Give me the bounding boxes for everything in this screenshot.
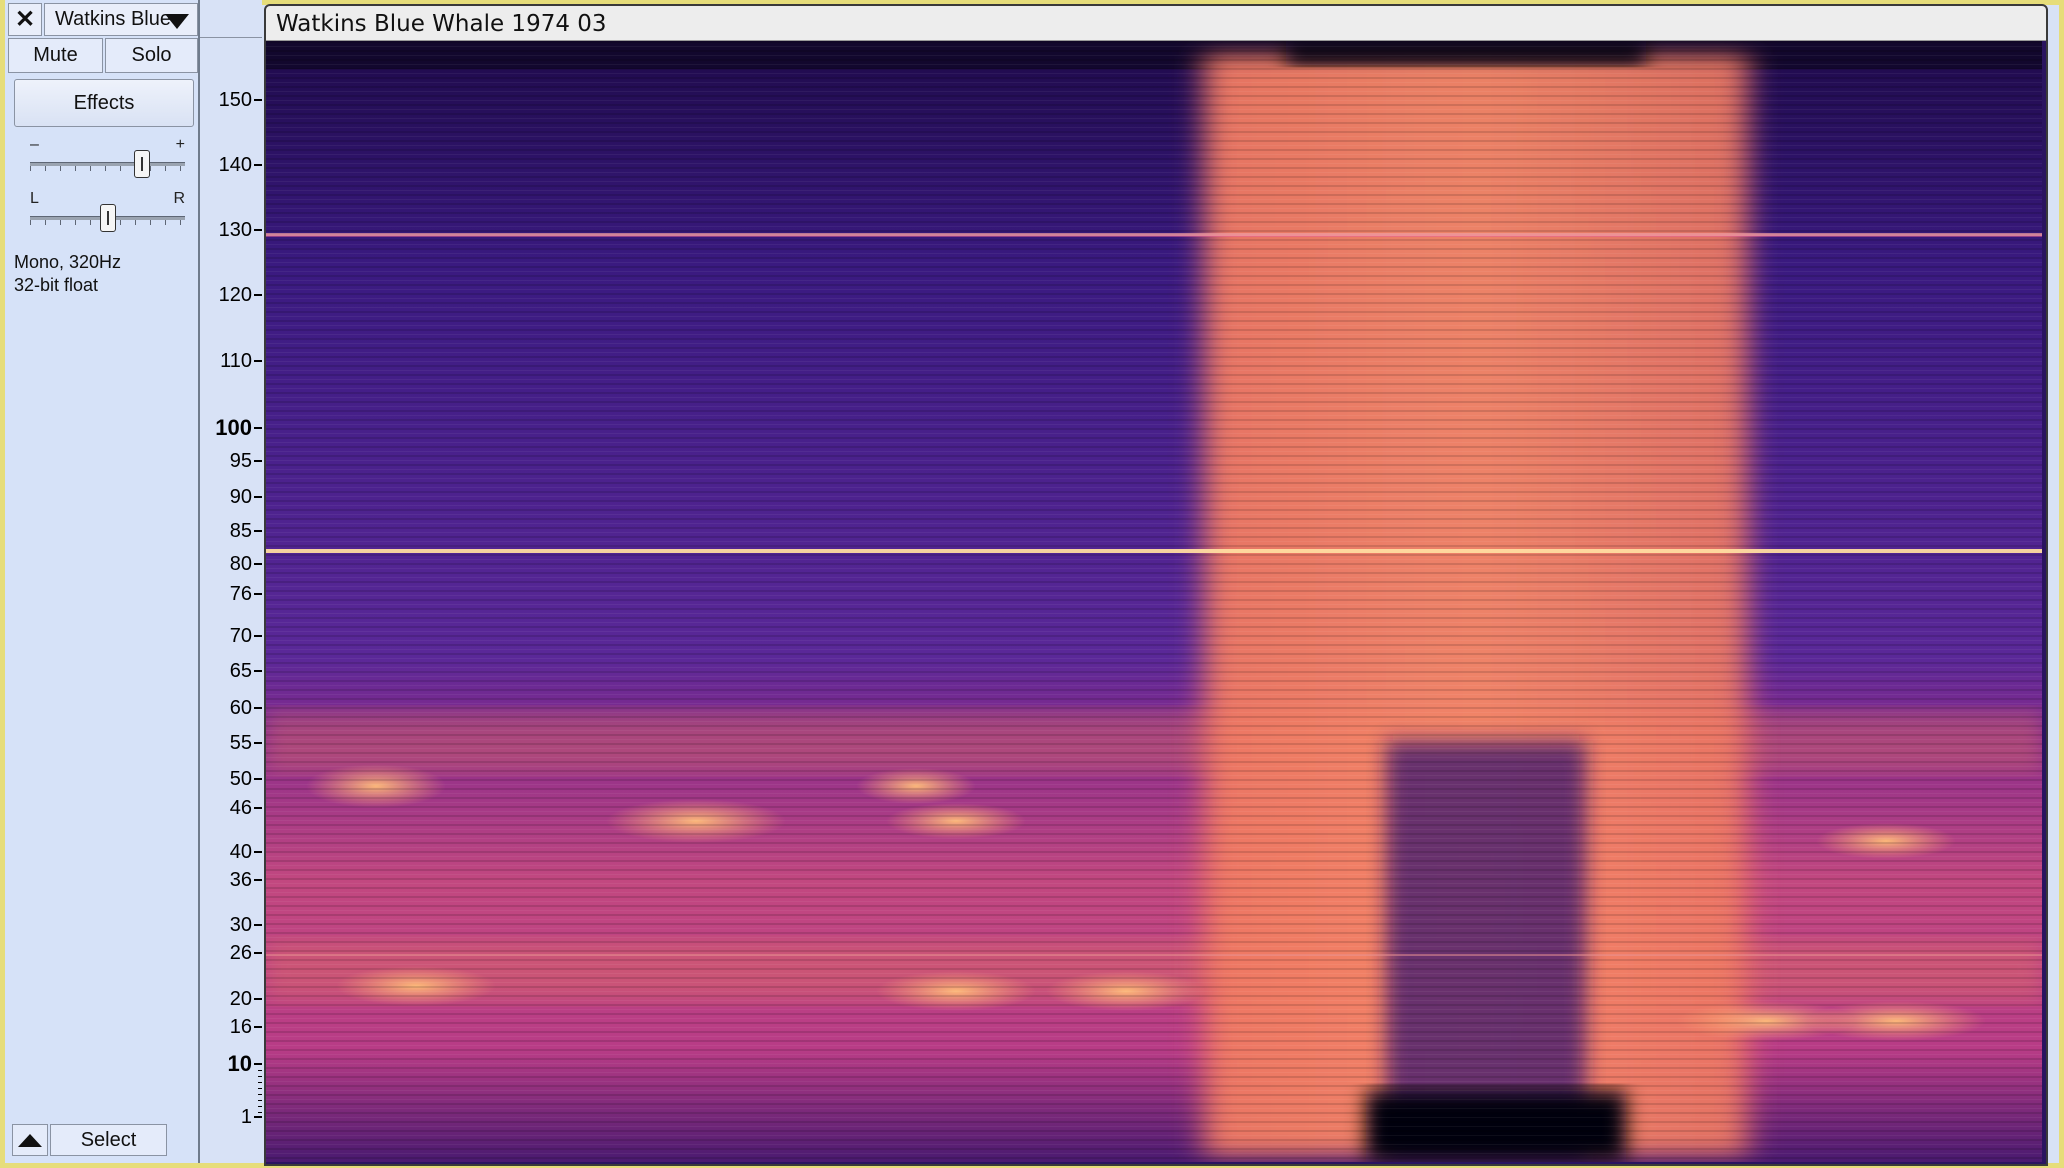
- ruler-label: 120: [218, 284, 252, 306]
- gain-plus-label: +: [175, 136, 185, 153]
- ruler-tick: [254, 360, 262, 362]
- ruler-corner: [200, 0, 262, 38]
- effects-button[interactable]: Effects: [14, 79, 194, 127]
- ruler-tick: [254, 593, 262, 595]
- ruler-tick: [254, 778, 262, 780]
- track-format-info: 32-bit float: [14, 275, 99, 295]
- ruler-tick: [254, 563, 262, 565]
- ruler-label: 90: [229, 486, 252, 508]
- pan-right-label: R: [173, 190, 185, 207]
- ruler-label: 20: [229, 988, 252, 1010]
- ruler-tick: [254, 924, 262, 926]
- pan-left-label: L: [30, 190, 39, 207]
- ruler-tick: [254, 99, 262, 101]
- gain-minus-label: –: [30, 136, 39, 153]
- ruler-tick: [254, 1063, 262, 1065]
- collapse-arrow-icon[interactable]: [12, 1124, 48, 1156]
- gain-slider-track: [30, 162, 185, 166]
- ruler-label: 30: [229, 914, 252, 936]
- track-name-menu-button[interactable]: Watkins Blue: [44, 3, 198, 36]
- ruler-label: 85: [229, 520, 252, 542]
- ruler-label: 40: [229, 841, 252, 863]
- ruler-tick: [254, 635, 262, 637]
- ruler-label: 26: [229, 942, 252, 964]
- spectrogram-view[interactable]: Watkins Blue Whale 1974 03: [264, 4, 2048, 1166]
- ruler-tick: [254, 742, 262, 744]
- ruler-label: 10: [227, 1051, 252, 1076]
- mute-button[interactable]: Mute: [8, 38, 103, 73]
- ruler-minor-tick: [258, 1088, 262, 1089]
- ruler-tick: [254, 670, 262, 672]
- ruler-tick: [254, 164, 262, 166]
- close-icon[interactable]: ✕: [8, 3, 42, 36]
- ruler-tick: [254, 229, 262, 231]
- ruler-tick: [254, 294, 262, 296]
- track-title: Watkins Blue Whale 1974 03: [266, 6, 2046, 41]
- ruler-tick: [254, 1026, 262, 1028]
- gain-slider[interactable]: – +: [30, 136, 185, 185]
- ruler-label: 95: [229, 450, 252, 472]
- ruler-label: 36: [229, 869, 252, 891]
- ruler-label: 100: [215, 415, 252, 440]
- select-button[interactable]: Select: [50, 1124, 167, 1156]
- ruler-tick: [254, 879, 262, 881]
- ruler-minor-tick: [258, 1094, 262, 1095]
- ruler-label: 70: [229, 625, 252, 647]
- ruler-minor-tick: [258, 1100, 262, 1101]
- ruler-minor-tick: [258, 1070, 262, 1071]
- ruler-label: 80: [229, 553, 252, 575]
- ruler-label: 140: [218, 154, 252, 176]
- ruler-label: 46: [229, 797, 252, 819]
- ruler-label: 16: [229, 1016, 252, 1038]
- ruler-label: 60: [229, 697, 252, 719]
- ruler-label: 110: [220, 350, 252, 372]
- ruler-label: 65: [229, 660, 252, 682]
- track-header: ✕ Watkins Blue: [8, 3, 198, 36]
- pan-slider[interactable]: L R: [30, 190, 185, 239]
- ruler-label: 1: [240, 1106, 252, 1128]
- ruler-tick: [254, 530, 262, 532]
- ruler-tick: [254, 952, 262, 954]
- ruler-label: 130: [218, 219, 252, 241]
- ruler-tick: [254, 496, 262, 498]
- ruler-label: 50: [229, 768, 252, 790]
- track-rate-info: Mono, 320Hz: [14, 252, 122, 272]
- gain-slider-thumb[interactable]: [134, 150, 150, 178]
- ruler-label: 150: [218, 89, 252, 111]
- frequency-ruler: 150 140 130 120 110 100 95 90 85 80 76 70 65 60 55 50 46…: [200, 38, 262, 1162]
- ruler-minor-tick: [258, 1112, 262, 1113]
- ruler-label: 55: [229, 732, 252, 754]
- track-control-panel: ✕ Watkins Blue Mute Solo Effects – + L R…: [5, 0, 200, 1163]
- track-name-label: Watkins Blue: [55, 8, 171, 30]
- chevron-down-icon: [165, 14, 189, 29]
- ruler-tick: [254, 807, 262, 809]
- ruler-minor-tick: [258, 1076, 262, 1077]
- ruler-label: 76: [229, 583, 252, 605]
- ruler-tick: [254, 998, 262, 1000]
- ruler-minor-tick: [258, 1082, 262, 1083]
- solo-button[interactable]: Solo: [105, 38, 198, 73]
- ruler-tick: [254, 427, 262, 429]
- ruler-tick: [254, 851, 262, 853]
- ruler-minor-tick: [258, 1106, 262, 1107]
- spectrogram-image: [266, 41, 2042, 1162]
- ruler-tick: [254, 1116, 262, 1118]
- pan-slider-thumb[interactable]: [100, 204, 116, 232]
- ruler-tick: [254, 460, 262, 462]
- ruler-tick: [254, 707, 262, 709]
